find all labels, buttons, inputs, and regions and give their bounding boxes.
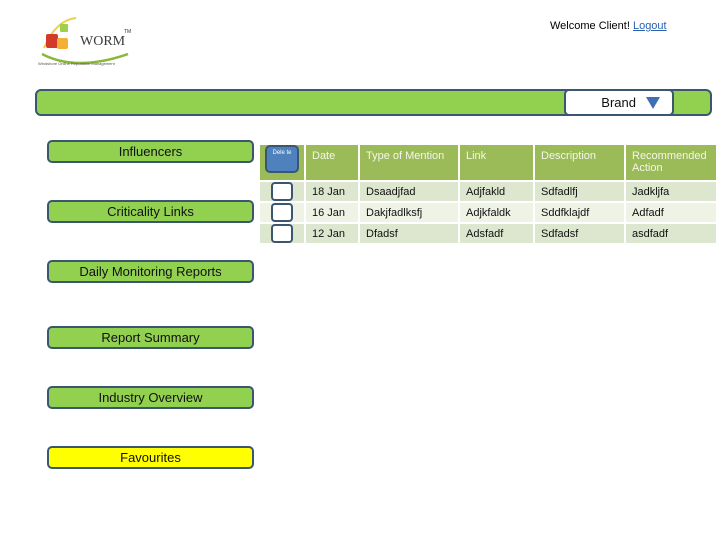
dropdown-arrow-icon[interactable] <box>646 97 660 109</box>
row-select-cell <box>260 203 304 222</box>
column-header-date: Date <box>306 145 358 180</box>
cell-type: Dakjfadlksfj <box>360 203 458 222</box>
cell-action: Jadkljfa <box>626 182 716 201</box>
column-header-description: Description <box>535 145 624 180</box>
welcome-area: Welcome Client! Logout <box>550 20 667 32</box>
column-header-type-of-mention: Type of Mention <box>360 145 458 180</box>
cell-description: Sdfadlfj <box>535 182 624 201</box>
logo-tm: TM <box>124 29 132 35</box>
nav-daily-monitoring-reports-button[interactable]: Daily Monitoring Reports <box>47 260 254 283</box>
cell-link: Adjfakld <box>460 182 533 201</box>
column-header-recommended-action: Recommended Action <box>626 145 716 180</box>
cell-description: Sddfklajdf <box>535 203 624 222</box>
nav-favourites-button[interactable]: Favourites <box>47 446 254 469</box>
cell-action: Adfadf <box>626 203 716 222</box>
delete-button[interactable]: Dele te <box>265 145 299 173</box>
cell-type: Dsaadjfad <box>360 182 458 201</box>
table-row: 12 Jan Dfadsf Adsfadf Sdfadsf asdfadf <box>260 224 716 243</box>
row-select-checkbox[interactable] <box>271 224 293 243</box>
mentions-table: Dele te Date Type of Mention Link Descri… <box>258 143 718 245</box>
logo-tagline: Windshore Online Reputation Management <box>38 61 115 66</box>
cell-date: 16 Jan <box>306 203 358 222</box>
row-select-checkbox[interactable] <box>271 182 293 201</box>
column-header-link: Link <box>460 145 533 180</box>
cell-date: 18 Jan <box>306 182 358 201</box>
row-select-checkbox[interactable] <box>271 203 293 222</box>
table-row: 16 Jan Dakjfadlksfj Adjkfaldk Sddfklajdf… <box>260 203 716 222</box>
nav-influencers-button[interactable]: Influencers <box>47 140 254 163</box>
table-header-row: Dele te Date Type of Mention Link Descri… <box>260 145 716 180</box>
row-select-cell <box>260 182 304 201</box>
cell-link: Adsfadf <box>460 224 533 243</box>
cell-date: 12 Jan <box>306 224 358 243</box>
cell-type: Dfadsf <box>360 224 458 243</box>
brand-dropdown-value: Brand <box>601 95 636 110</box>
cell-action: asdfadf <box>626 224 716 243</box>
welcome-text: Welcome Client! <box>550 20 630 32</box>
cell-link: Adjkfaldk <box>460 203 533 222</box>
table-row: 18 Jan Dsaadjfad Adjfakld Sdfadlfj Jadkl… <box>260 182 716 201</box>
nav-industry-overview-button[interactable]: Industry Overview <box>47 386 254 409</box>
delete-column-header: Dele te <box>260 145 304 180</box>
worm-logo: WORM TM Windshore Online Reputation Mana… <box>36 14 136 70</box>
logout-link[interactable]: Logout <box>633 20 667 32</box>
brand-dropdown[interactable]: Brand <box>564 89 674 116</box>
logo-wordmark: WORM <box>80 34 126 49</box>
row-select-cell <box>260 224 304 243</box>
cell-description: Sdfadsf <box>535 224 624 243</box>
nav-criticality-links-button[interactable]: Criticality Links <box>47 200 254 223</box>
nav-report-summary-button[interactable]: Report Summary <box>47 326 254 349</box>
